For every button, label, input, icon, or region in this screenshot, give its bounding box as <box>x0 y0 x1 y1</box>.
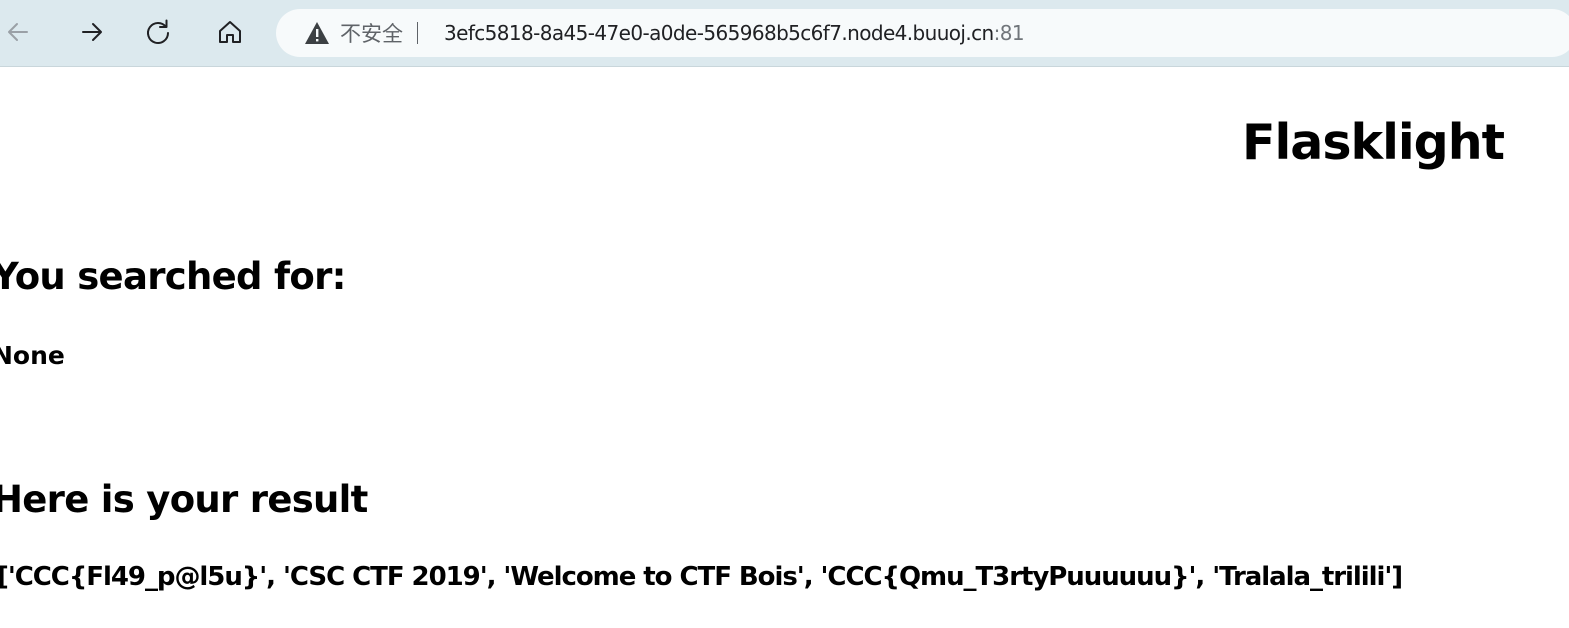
back-arrow-icon <box>5 19 31 45</box>
reload-icon <box>144 18 172 46</box>
result-heading: Here is your result <box>0 478 368 521</box>
forward-arrow-icon <box>79 19 105 45</box>
searched-heading: You searched for: <box>0 255 346 298</box>
address-separator <box>417 22 418 44</box>
result-value: ['CCC{Fl49_p@l5u}', 'CSC CTF 2019', 'Wel… <box>0 562 1403 592</box>
forward-button[interactable] <box>74 14 110 50</box>
url-port: :81 <box>993 21 1025 45</box>
address-bar[interactable]: 不安全 3efc5818-8a45-47e0-a0de-565968b5c6f7… <box>276 9 1569 57</box>
url-text[interactable]: 3efc5818-8a45-47e0-a0de-565968b5c6f7.nod… <box>444 21 1025 45</box>
home-icon <box>217 19 243 45</box>
reload-button[interactable] <box>140 14 176 50</box>
warning-triangle-icon[interactable] <box>304 21 330 45</box>
browser-toolbar: 不安全 3efc5818-8a45-47e0-a0de-565968b5c6f7… <box>0 0 1569 67</box>
url-host: 3efc5818-8a45-47e0-a0de-565968b5c6f7.nod… <box>444 21 994 45</box>
searched-value: None <box>0 341 65 370</box>
back-button[interactable] <box>0 14 36 50</box>
page-title: Flasklight <box>1242 114 1505 171</box>
home-button[interactable] <box>212 14 248 50</box>
security-status-label[interactable]: 不安全 <box>340 18 403 48</box>
